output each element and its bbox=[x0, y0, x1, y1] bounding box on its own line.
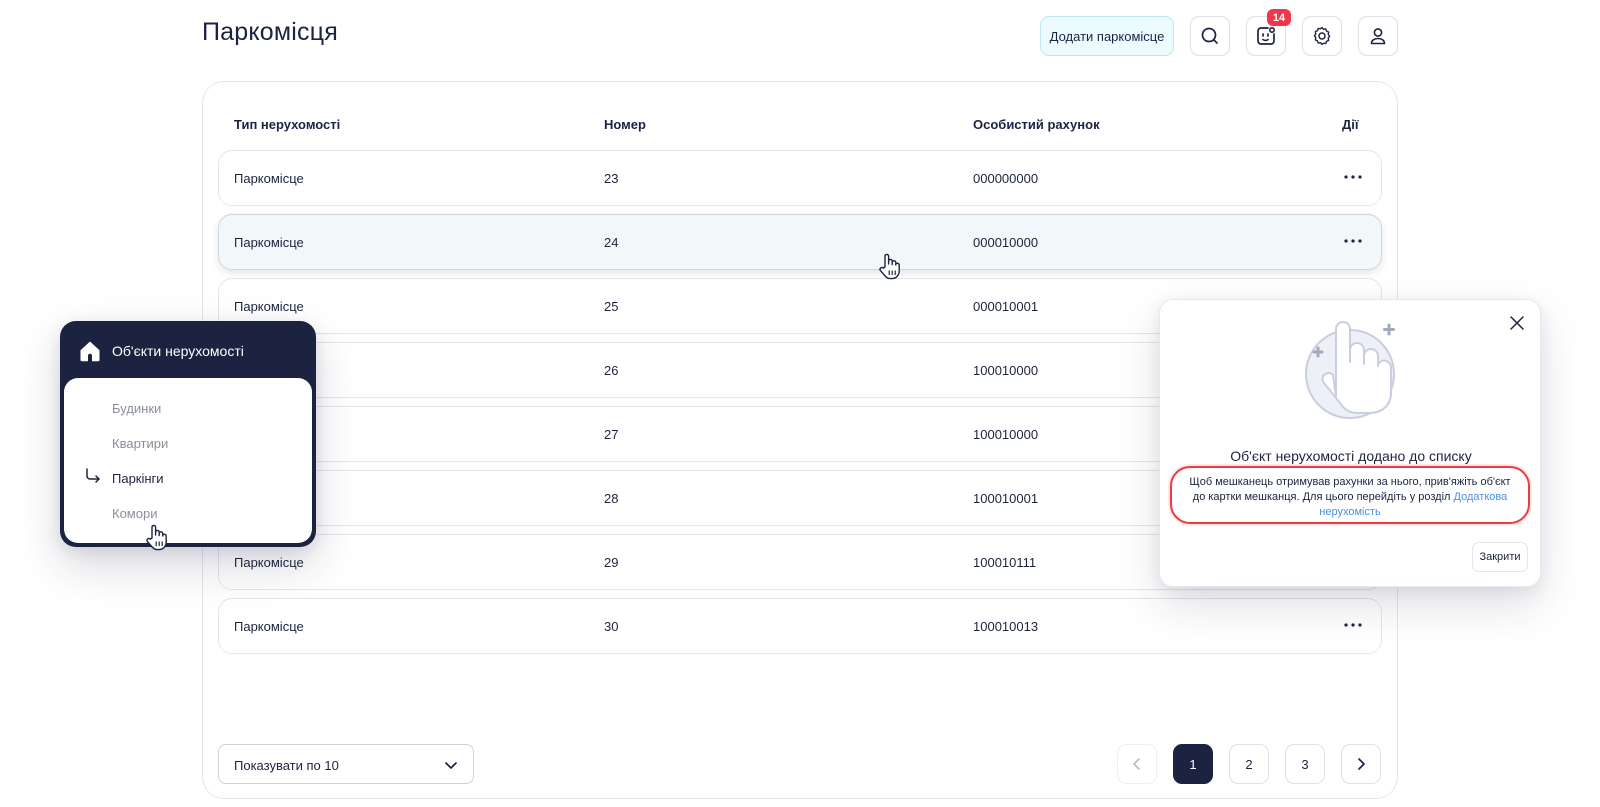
cell-account: 100010013 bbox=[973, 619, 1039, 634]
sidebar-submenu: Будинки Квартири Паркінги Комори bbox=[64, 378, 312, 543]
dialog-title: Об'єкт нерухомості додано до списку bbox=[1230, 448, 1472, 464]
more-icon bbox=[1344, 623, 1362, 627]
cell-number: 25 bbox=[604, 299, 619, 314]
sidebar-item-parkings[interactable]: Паркінги bbox=[112, 471, 164, 486]
table-row[interactable]: Паркомісце 24 000010000 bbox=[218, 214, 1382, 270]
cell-number: 26 bbox=[604, 363, 619, 378]
pagination-prev-button[interactable] bbox=[1117, 744, 1157, 784]
gear-icon bbox=[1313, 26, 1331, 46]
hand-cursor-icon bbox=[879, 253, 900, 280]
tap-hand-illustration-icon bbox=[1305, 321, 1395, 419]
dialog-message: Щоб мешканець отримував рахунки за нього… bbox=[1170, 466, 1530, 524]
sidebar-popover: Об'єкти нерухомості Будинки Квартири Пар… bbox=[60, 321, 316, 547]
table-row[interactable]: Паркомісце 23 000000000 bbox=[218, 150, 1382, 206]
column-header-actions: Дії bbox=[1342, 117, 1359, 132]
cell-type: Паркомісце bbox=[234, 299, 304, 314]
pagination-page-3[interactable]: 3 bbox=[1285, 744, 1325, 784]
user-icon bbox=[1370, 28, 1386, 45]
column-header-account: Особистий рахунок bbox=[973, 117, 1100, 132]
column-header-type: Тип нерухомості bbox=[234, 117, 341, 132]
profile-button[interactable] bbox=[1358, 16, 1398, 56]
home-icon bbox=[80, 341, 100, 362]
search-icon bbox=[1201, 27, 1218, 44]
page-size-label: Показувати по 10 bbox=[234, 758, 339, 773]
more-actions-button[interactable] bbox=[1339, 613, 1367, 637]
column-header-number: Номер bbox=[604, 117, 646, 132]
cell-number: 30 bbox=[604, 619, 619, 634]
cell-account: 000010001 bbox=[973, 299, 1039, 314]
add-parking-button[interactable]: Додати паркомісце bbox=[1040, 16, 1174, 56]
cell-type: Паркомісце bbox=[234, 619, 304, 634]
cell-account: 000000000 bbox=[973, 171, 1039, 186]
cell-number: 27 bbox=[604, 427, 619, 442]
submenu-arrow-icon bbox=[86, 468, 100, 483]
hand-cursor-icon bbox=[146, 524, 167, 551]
cell-account: 100010000 bbox=[973, 363, 1039, 378]
cell-account: 000010000 bbox=[973, 235, 1039, 250]
more-actions-button[interactable] bbox=[1339, 229, 1367, 253]
page-title: Паркомісця bbox=[202, 18, 338, 46]
more-actions-button[interactable] bbox=[1339, 165, 1367, 189]
cell-number: 29 bbox=[604, 555, 619, 570]
close-dialog-button[interactable]: Закрити bbox=[1472, 542, 1528, 572]
cell-number: 23 bbox=[604, 171, 619, 186]
notification-icon bbox=[1257, 26, 1276, 45]
cell-account: 100010111 bbox=[973, 555, 1037, 570]
notification-badge: 14 bbox=[1267, 9, 1291, 26]
search-button[interactable] bbox=[1190, 16, 1230, 56]
cell-type: Паркомісце bbox=[234, 235, 304, 250]
chevron-right-icon bbox=[1358, 758, 1365, 770]
cell-account: 100010000 bbox=[973, 427, 1039, 442]
cell-type: Паркомісце bbox=[234, 555, 304, 570]
cell-account: 100010001 bbox=[973, 491, 1039, 506]
chevron-down-icon bbox=[445, 762, 457, 769]
more-icon bbox=[1344, 239, 1362, 243]
cell-type: Паркомісце bbox=[234, 171, 304, 186]
sidebar-item-apartments[interactable]: Квартири bbox=[112, 436, 168, 451]
sidebar-item-houses[interactable]: Будинки bbox=[112, 401, 161, 416]
pagination-page-1[interactable]: 1 bbox=[1173, 744, 1213, 784]
table-row[interactable]: Паркомісце 30 100010013 bbox=[218, 598, 1382, 654]
cell-number: 28 bbox=[604, 491, 619, 506]
chevron-left-icon bbox=[1133, 758, 1140, 770]
pagination-next-button[interactable] bbox=[1341, 744, 1381, 784]
more-icon bbox=[1344, 175, 1362, 179]
sidebar-section-title: Об'єкти нерухомості bbox=[112, 343, 244, 359]
notifications-button[interactable]: 14 bbox=[1246, 9, 1291, 56]
pagination-page-2[interactable]: 2 bbox=[1229, 744, 1269, 784]
settings-button[interactable] bbox=[1302, 16, 1342, 56]
sidebar-section-header[interactable]: Об'єкти нерухомості bbox=[78, 339, 244, 363]
sidebar-item-storages[interactable]: Комори bbox=[112, 506, 157, 521]
close-icon[interactable] bbox=[1508, 314, 1526, 332]
cell-number: 24 bbox=[604, 235, 619, 250]
page-size-select[interactable]: Показувати по 10 bbox=[218, 744, 474, 784]
success-dialog: Об'єкт нерухомості додано до списку Щоб … bbox=[1159, 299, 1541, 587]
